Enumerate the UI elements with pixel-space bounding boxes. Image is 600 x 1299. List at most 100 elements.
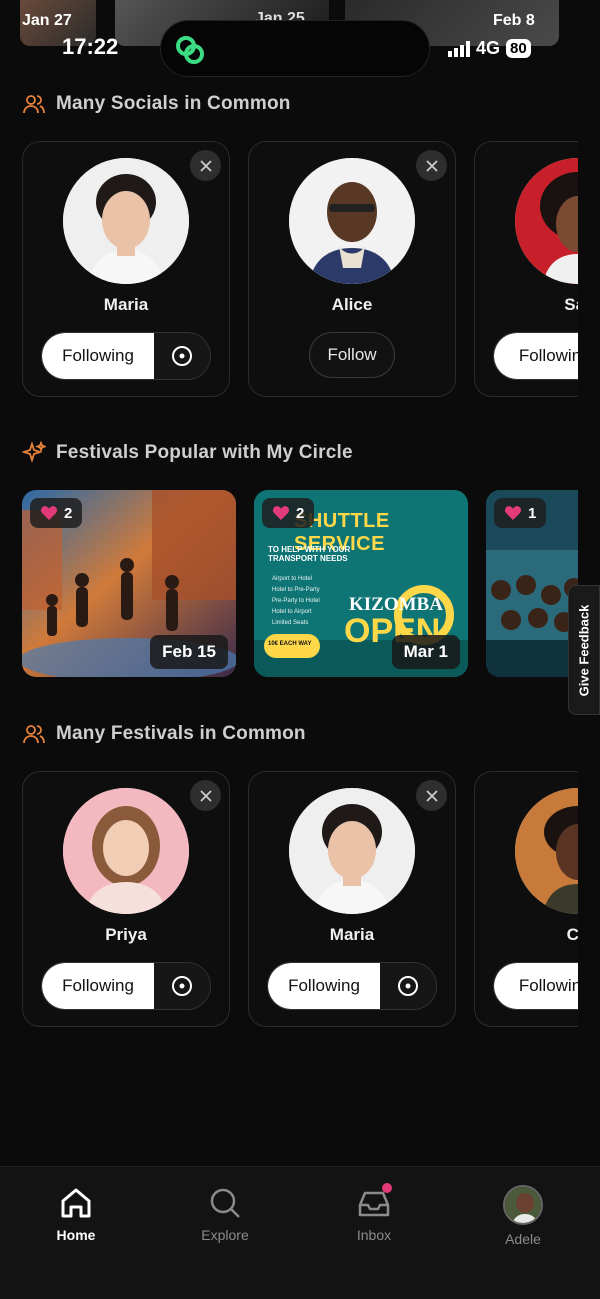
avatar[interactable]	[63, 158, 189, 284]
strip-date: Jan 27	[22, 12, 72, 29]
follow-controls: Following	[267, 962, 437, 1010]
poster-list-item: Limited Seats	[272, 620, 309, 626]
person-name: Priya	[105, 925, 147, 944]
nav-label: Home	[56, 1227, 96, 1243]
heart-icon	[504, 506, 522, 520]
festival-people-carousel[interactable]: Priya Following Maria Following C Follow…	[22, 771, 578, 1029]
avatar[interactable]	[515, 158, 578, 284]
dismiss-button[interactable]	[416, 150, 447, 181]
people-icon	[23, 95, 45, 114]
avatar	[503, 1185, 543, 1225]
following-button[interactable]: Followin	[494, 963, 578, 1009]
poster-list-item: Hotel to Pre-Party	[272, 587, 320, 593]
notification-dot	[382, 1183, 392, 1193]
following-button[interactable]: Following	[42, 963, 154, 1009]
section-title-text: Festivals Popular with My Circle	[56, 442, 353, 463]
following-button[interactable]: Followin	[494, 333, 578, 379]
poster-list-item: Airport to Hotel	[272, 576, 313, 582]
likes-count: 2	[64, 504, 73, 522]
follow-controls: Followin	[493, 962, 578, 1010]
festival-card[interactable]: 2 Feb 15	[22, 490, 236, 677]
festival-card[interactable]: SHUTTLE SERVICE TO HELP WITH YOUR TRANSP…	[254, 490, 468, 677]
following-button[interactable]: Following	[268, 963, 380, 1009]
strip-date: Feb 8	[493, 12, 535, 29]
person-name: Sar	[564, 295, 578, 314]
section-title-socials: Many Socials in Common	[22, 92, 291, 116]
follow-controls: Following	[41, 332, 211, 380]
close-icon	[199, 159, 212, 172]
avatar[interactable]	[63, 788, 189, 914]
poster-list-item: Hotel to Airport	[272, 609, 312, 615]
likes-count: 1	[528, 504, 537, 522]
battery-level: 80	[506, 39, 531, 58]
nav-home[interactable]: Home	[21, 1185, 131, 1243]
follow-controls: Following	[41, 962, 211, 1010]
section-title-text: Many Socials in Common	[56, 93, 291, 114]
status-indicators: 4G 80	[448, 38, 531, 59]
poster-price: 10€ EACH WAY	[268, 641, 312, 647]
give-feedback-tab[interactable]: Give Feedback	[568, 585, 600, 715]
avatar[interactable]	[289, 788, 415, 914]
target-icon	[398, 976, 418, 996]
avatar[interactable]	[289, 158, 415, 284]
section-title-festivals-common: Many Festivals in Common	[22, 722, 306, 746]
likes-badge: 2	[262, 498, 315, 528]
nav-label: Inbox	[356, 1227, 392, 1243]
dismiss-button[interactable]	[190, 780, 221, 811]
close-icon	[425, 159, 438, 172]
person-name: Maria	[103, 295, 149, 314]
festivals-carousel[interactable]: 2 Feb 15 SHUTTLE SERVICE TO HELP WITH YO…	[22, 490, 578, 678]
sparkle-icon	[22, 441, 46, 463]
status-time: 17:22	[62, 34, 119, 59]
avatar[interactable]	[515, 788, 578, 914]
following-button[interactable]: Following	[42, 333, 154, 379]
dismiss-button[interactable]	[190, 150, 221, 181]
person-card[interactable]: Maria Following	[22, 141, 230, 397]
person-card[interactable]: Ch Followin	[474, 771, 578, 1027]
person-card[interactable]: Alice Follow	[248, 141, 456, 397]
home-icon	[61, 1188, 91, 1218]
section-title-festivals: Festivals Popular with My Circle	[22, 441, 353, 465]
app-logo-icon	[176, 36, 204, 64]
nav-inbox[interactable]: Inbox	[319, 1183, 429, 1243]
poster-list-item: Pre-Party to Hotel	[272, 598, 320, 604]
poster-subheading: TO HELP WITH YOUR TRANSPORT NEEDS	[268, 545, 351, 563]
signal-icon	[448, 40, 470, 57]
person-name: Maria	[329, 925, 375, 944]
top-strip: Jan 27 Jan 25 Feb 8 17:22 4G 80	[0, 0, 600, 90]
poster-list: Airport to Hotel Hotel to Pre-Party Pre-…	[272, 574, 320, 629]
options-button[interactable]	[380, 963, 436, 1009]
socials-carousel[interactable]: Maria Following Alice Follow S Followin	[22, 141, 578, 399]
person-name: Alice	[331, 295, 373, 314]
network-type: 4G	[476, 38, 501, 58]
give-feedback-label: Give Feedback	[576, 604, 592, 696]
close-icon	[425, 789, 438, 802]
target-icon	[172, 346, 192, 366]
close-icon	[199, 789, 212, 802]
search-icon	[210, 1188, 240, 1218]
nav-explore[interactable]: Explore	[170, 1185, 280, 1243]
target-icon	[172, 976, 192, 996]
inbox-icon-wrap	[356, 1183, 392, 1221]
person-card[interactable]: Maria Following	[248, 771, 456, 1027]
likes-badge: 1	[494, 498, 547, 528]
person-card[interactable]: Sar Followin	[474, 141, 578, 397]
nav-label: Adele	[505, 1231, 541, 1247]
festival-date: Feb 15	[150, 635, 228, 669]
options-button[interactable]	[154, 963, 210, 1009]
likes-badge: 2	[30, 498, 83, 528]
section-title-text: Many Festivals in Common	[56, 723, 306, 744]
festival-date: Mar 1	[391, 635, 460, 669]
people-icon	[23, 725, 45, 744]
follow-button[interactable]: Follow	[309, 332, 395, 378]
options-button[interactable]	[154, 333, 210, 379]
bottom-nav: Home Explore Inbox Adele	[0, 1166, 600, 1299]
dismiss-button[interactable]	[416, 780, 447, 811]
person-card[interactable]: Priya Following	[22, 771, 230, 1027]
person-name: Ch	[566, 925, 578, 944]
heart-icon	[40, 506, 58, 520]
follow-controls: Followin	[493, 332, 578, 380]
heart-icon	[272, 506, 290, 520]
nav-profile[interactable]: Adele	[468, 1185, 578, 1247]
festival-card[interactable]: 1	[486, 490, 578, 677]
